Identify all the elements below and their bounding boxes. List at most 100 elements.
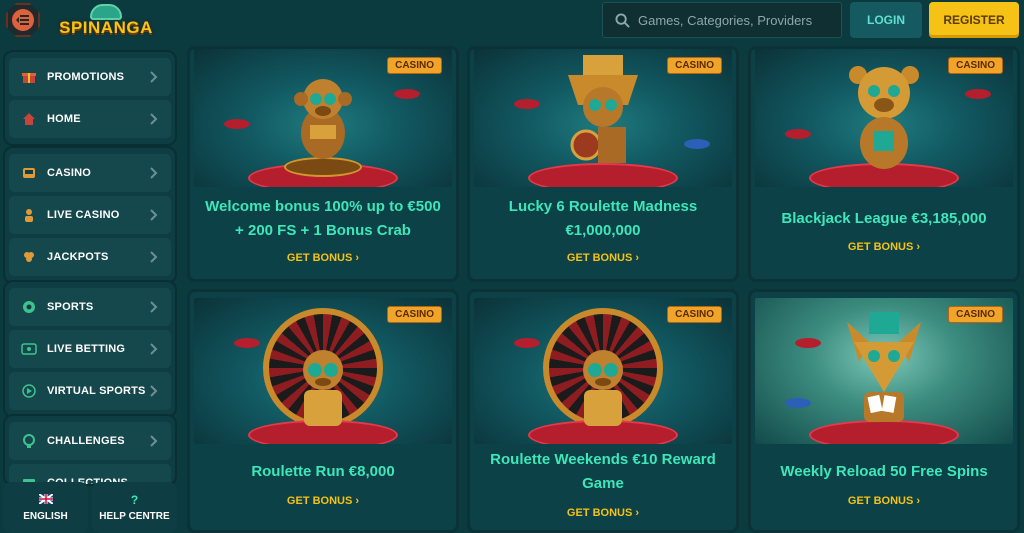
get-bonus-link[interactable]: GET BONUS › — [190, 495, 456, 507]
promo-card[interactable]: CASINO Roulette Weekends €10 Reward Game… — [467, 289, 739, 533]
search-input[interactable] — [638, 12, 838, 28]
chevron-right-icon — [150, 385, 158, 397]
get-bonus-link[interactable]: GET BONUS › — [751, 495, 1017, 507]
chevron-right-icon — [150, 435, 158, 447]
promo-card-image: CASINO — [755, 298, 1013, 444]
chevron-right-icon — [150, 167, 158, 179]
get-bonus-link[interactable]: GET BONUS › — [470, 252, 736, 264]
casino-tag: CASINO — [948, 57, 1003, 74]
chip-icon — [234, 338, 260, 348]
promo-card[interactable]: CASINO Lucky 6 Roulette Madness €1,000,0… — [467, 46, 739, 282]
promo-title: Blackjack League €3,185,000 — [781, 210, 987, 227]
logo[interactable]: SPINANGA — [58, 4, 154, 44]
idol-mascot-icon — [568, 55, 638, 163]
chip-icon — [394, 89, 420, 99]
get-bonus-link[interactable]: GET BONUS › — [751, 241, 1017, 253]
get-bonus-link[interactable]: GET BONUS › — [190, 252, 456, 264]
sidebar-item-virtual-sports[interactable]: VIRTUAL SPORTS — [9, 372, 171, 410]
home-icon — [21, 111, 37, 127]
casino-tag: CASINO — [948, 306, 1003, 323]
slot-machine-icon — [21, 165, 37, 181]
chevron-right-icon — [150, 343, 158, 355]
sidebar: PROMOTIONS HOME CASINO LIVE CASINO JACKP… — [0, 46, 180, 533]
promo-card[interactable]: CASINO Welcome bonus 100% up to €500 + 2… — [187, 46, 459, 282]
chevron-right-icon: › — [916, 241, 921, 253]
chip-icon — [795, 338, 821, 348]
nav-group-3: SPORTS LIVE BETTING VIRTUAL SPORTS — [3, 280, 177, 418]
promo-card-image: CASINO — [194, 298, 452, 444]
trophy-icon — [21, 433, 37, 449]
language-label: ENGLISH — [23, 511, 68, 522]
sidebar-item-label: CHALLENGES — [47, 435, 125, 447]
chevron-right-icon: › — [355, 252, 360, 264]
sidebar-item-sports[interactable]: SPORTS — [9, 288, 171, 326]
promo-card-image: CASINO — [755, 49, 1013, 187]
chevron-right-icon — [150, 209, 158, 221]
sidebar-item-casino[interactable]: CASINO — [9, 154, 171, 192]
get-bonus-link[interactable]: GET BONUS › — [470, 507, 736, 519]
sidebar-bottom-bar: ENGLISH ? HELP CENTRE — [3, 482, 177, 533]
promo-title: Lucky 6 Roulette Madness €1,000,000 — [508, 198, 698, 239]
chip-icon — [785, 398, 811, 408]
idol-mascot-icon — [303, 350, 343, 426]
promo-title: Welcome bonus 100% up to €500 + 200 FS +… — [205, 198, 441, 239]
casino-tag: CASINO — [667, 57, 722, 74]
register-button[interactable]: REGISTER — [929, 2, 1019, 38]
chip-icon — [965, 89, 991, 99]
monkey-mascot-icon — [294, 79, 352, 159]
nav-group-1: PROMOTIONS HOME — [3, 50, 177, 146]
casino-tag: CASINO — [387, 306, 442, 323]
promo-card[interactable]: CASINO Roulette Run €8,000 GET BONUS › — [187, 289, 459, 533]
promo-card-image: CASINO — [474, 49, 732, 187]
search-box[interactable] — [602, 2, 842, 38]
sidebar-item-live-casino[interactable]: LIVE CASINO — [9, 196, 171, 234]
chip-icon — [785, 129, 811, 139]
sidebar-item-home[interactable]: HOME — [9, 100, 171, 138]
chevron-right-icon: › — [355, 495, 360, 507]
help-label: HELP CENTRE — [99, 511, 170, 522]
casino-tag: CASINO — [667, 306, 722, 323]
promo-title: Roulette Run €8,000 — [251, 463, 395, 480]
chevron-right-icon — [150, 251, 158, 263]
sidebar-item-label: VIRTUAL SPORTS — [47, 385, 146, 397]
menu-collapse-icon — [12, 9, 34, 31]
promo-title: Weekly Reload 50 Free Spins — [780, 463, 988, 480]
sidebar-item-challenges[interactable]: CHALLENGES — [9, 422, 171, 460]
chevron-right-icon: › — [635, 252, 640, 264]
uk-flag-icon — [37, 493, 54, 507]
nav-group-2: CASINO LIVE CASINO JACKPOTS — [3, 146, 177, 284]
chip-icon — [224, 119, 250, 129]
promo-card-image: CASINO — [474, 298, 732, 444]
chip-icon — [684, 139, 710, 149]
chevron-right-icon: › — [635, 507, 640, 519]
promo-card[interactable]: CASINO Weekly Reload 50 Free Spins GET B… — [748, 289, 1020, 533]
chip-icon — [514, 99, 540, 109]
promo-card[interactable]: CASINO Blackjack League €3,185,000 GET B… — [748, 46, 1020, 282]
idol-mascot-icon — [583, 350, 623, 426]
sidebar-item-live-betting[interactable]: LIVE BETTING — [9, 330, 171, 368]
fox-mascot-icon — [847, 312, 921, 422]
help-centre-button[interactable]: ? HELP CENTRE — [92, 482, 177, 533]
chip-icon — [514, 338, 540, 348]
menu-toggle-button[interactable] — [6, 3, 40, 37]
help-icon: ? — [130, 493, 139, 507]
casino-tag: CASINO — [387, 57, 442, 74]
sidebar-item-jackpots[interactable]: JACKPOTS — [9, 238, 171, 276]
live-icon — [21, 341, 37, 357]
language-button[interactable]: ENGLISH — [3, 482, 88, 533]
sidebar-item-label: SPORTS — [47, 301, 94, 313]
login-button[interactable]: LOGIN — [850, 2, 922, 38]
sidebar-item-label: LIVE BETTING — [47, 343, 126, 355]
play-icon — [21, 383, 37, 399]
logo-text: SPINANGA — [59, 18, 153, 37]
gift-icon — [21, 69, 37, 85]
search-icon — [615, 12, 630, 28]
sidebar-item-label: JACKPOTS — [47, 251, 109, 263]
dealer-icon — [21, 207, 37, 223]
promo-card-image: CASINO — [194, 49, 452, 187]
sidebar-item-promotions[interactable]: PROMOTIONS — [9, 58, 171, 96]
sidebar-item-label: LIVE CASINO — [47, 209, 120, 221]
promotions-grid: CASINO Welcome bonus 100% up to €500 + 2… — [185, 46, 1024, 533]
chevron-right-icon — [150, 113, 158, 125]
clover-icon — [21, 249, 37, 265]
